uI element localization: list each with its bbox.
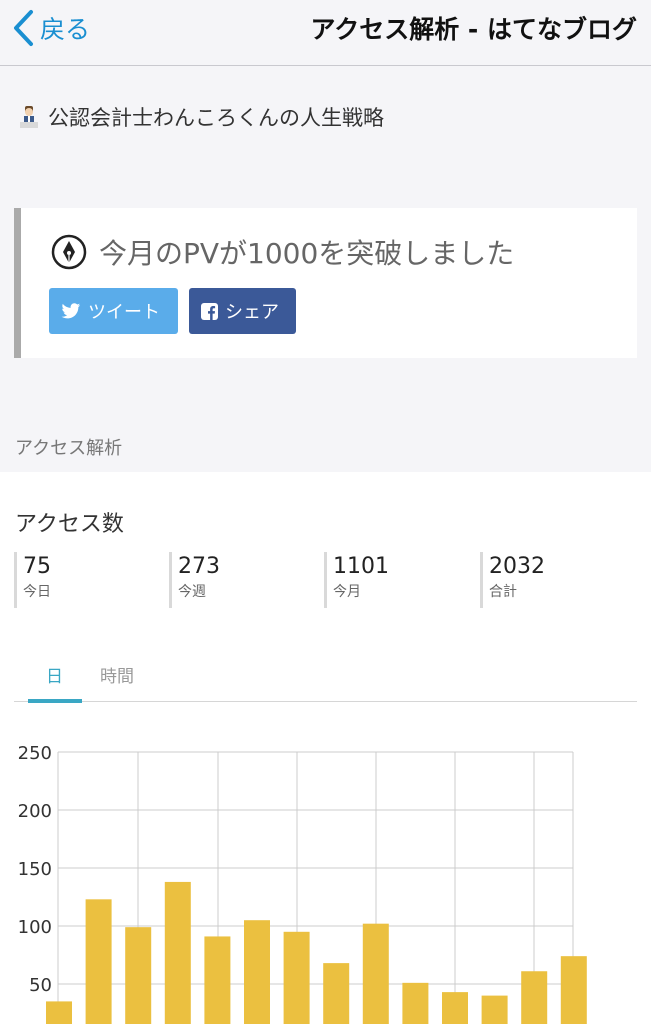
bar <box>362 923 389 1024</box>
bar <box>283 931 310 1024</box>
stat-value: 1101 <box>333 554 389 579</box>
bar <box>402 982 429 1024</box>
twitter-icon <box>61 302 81 318</box>
access-bar-chart: 50 100 150 200 250 <box>18 743 587 1024</box>
facebook-icon <box>201 302 218 320</box>
bar <box>164 881 191 1024</box>
stats-heading: アクセス数 <box>15 512 124 537</box>
milestone-text: 今月のPVが1000を突破しました <box>99 237 515 270</box>
blog-info[interactable]: 公認会計士わんころくんの人生戦略 <box>18 102 384 132</box>
tweet-label: ツイート <box>88 302 160 323</box>
tab-day[interactable]: 日 <box>46 662 63 687</box>
period-tabs: 日 時間 <box>14 650 637 703</box>
section-label: アクセス解析 <box>15 438 123 459</box>
tab-hour[interactable]: 時間 <box>100 662 134 687</box>
y-tick-label: 150 <box>18 859 52 880</box>
tweet-button[interactable]: ツイート <box>49 288 178 334</box>
bar <box>46 1001 72 1024</box>
bar <box>204 936 231 1024</box>
stat-today: 75 今日 <box>14 552 51 608</box>
nav-bar: 戻る アクセス解析 - はてなブログ <box>0 0 651 66</box>
stat-label: 今週 <box>178 584 206 600</box>
bar <box>125 927 152 1024</box>
bar <box>521 971 548 1024</box>
stat-label: 今月 <box>333 584 361 600</box>
stat-label: 合計 <box>489 584 517 600</box>
avatar-icon <box>20 106 38 128</box>
back-label: 戻る <box>40 15 91 44</box>
y-tick-label: 250 <box>18 743 52 764</box>
page-title: アクセス解析 - はてなブログ <box>310 15 637 44</box>
bar <box>481 995 508 1024</box>
milestone-row: 今月のPVが1000を突破しました <box>51 232 514 272</box>
bar <box>323 963 350 1024</box>
chevron-left-icon <box>14 10 33 46</box>
stat-label: 今日 <box>23 584 51 600</box>
blog-title: 公認会計士わんころくんの人生戦略 <box>48 106 384 130</box>
stat-week: 273 今週 <box>169 552 220 608</box>
bar <box>85 899 112 1024</box>
pen-nib-icon <box>51 234 87 270</box>
stat-value: 2032 <box>489 554 545 579</box>
stat-month: 1101 今月 <box>324 552 389 608</box>
bar <box>244 920 270 1024</box>
bar <box>560 956 587 1024</box>
y-tick-label: 50 <box>29 975 52 996</box>
stat-value: 273 <box>178 554 220 579</box>
facebook-share-button[interactable]: シェア <box>189 288 296 334</box>
bar <box>442 992 468 1024</box>
active-tab-indicator <box>28 699 82 703</box>
stat-value: 75 <box>23 554 51 579</box>
milestone-card: 今月のPVが1000を突破しました ツイート シェア <box>14 208 637 358</box>
y-tick-label: 100 <box>18 917 52 938</box>
stat-total: 2032 合計 <box>480 552 545 608</box>
share-label: シェア <box>225 302 279 323</box>
y-tick-label: 200 <box>18 801 52 822</box>
back-button[interactable]: 戻る <box>12 8 90 48</box>
